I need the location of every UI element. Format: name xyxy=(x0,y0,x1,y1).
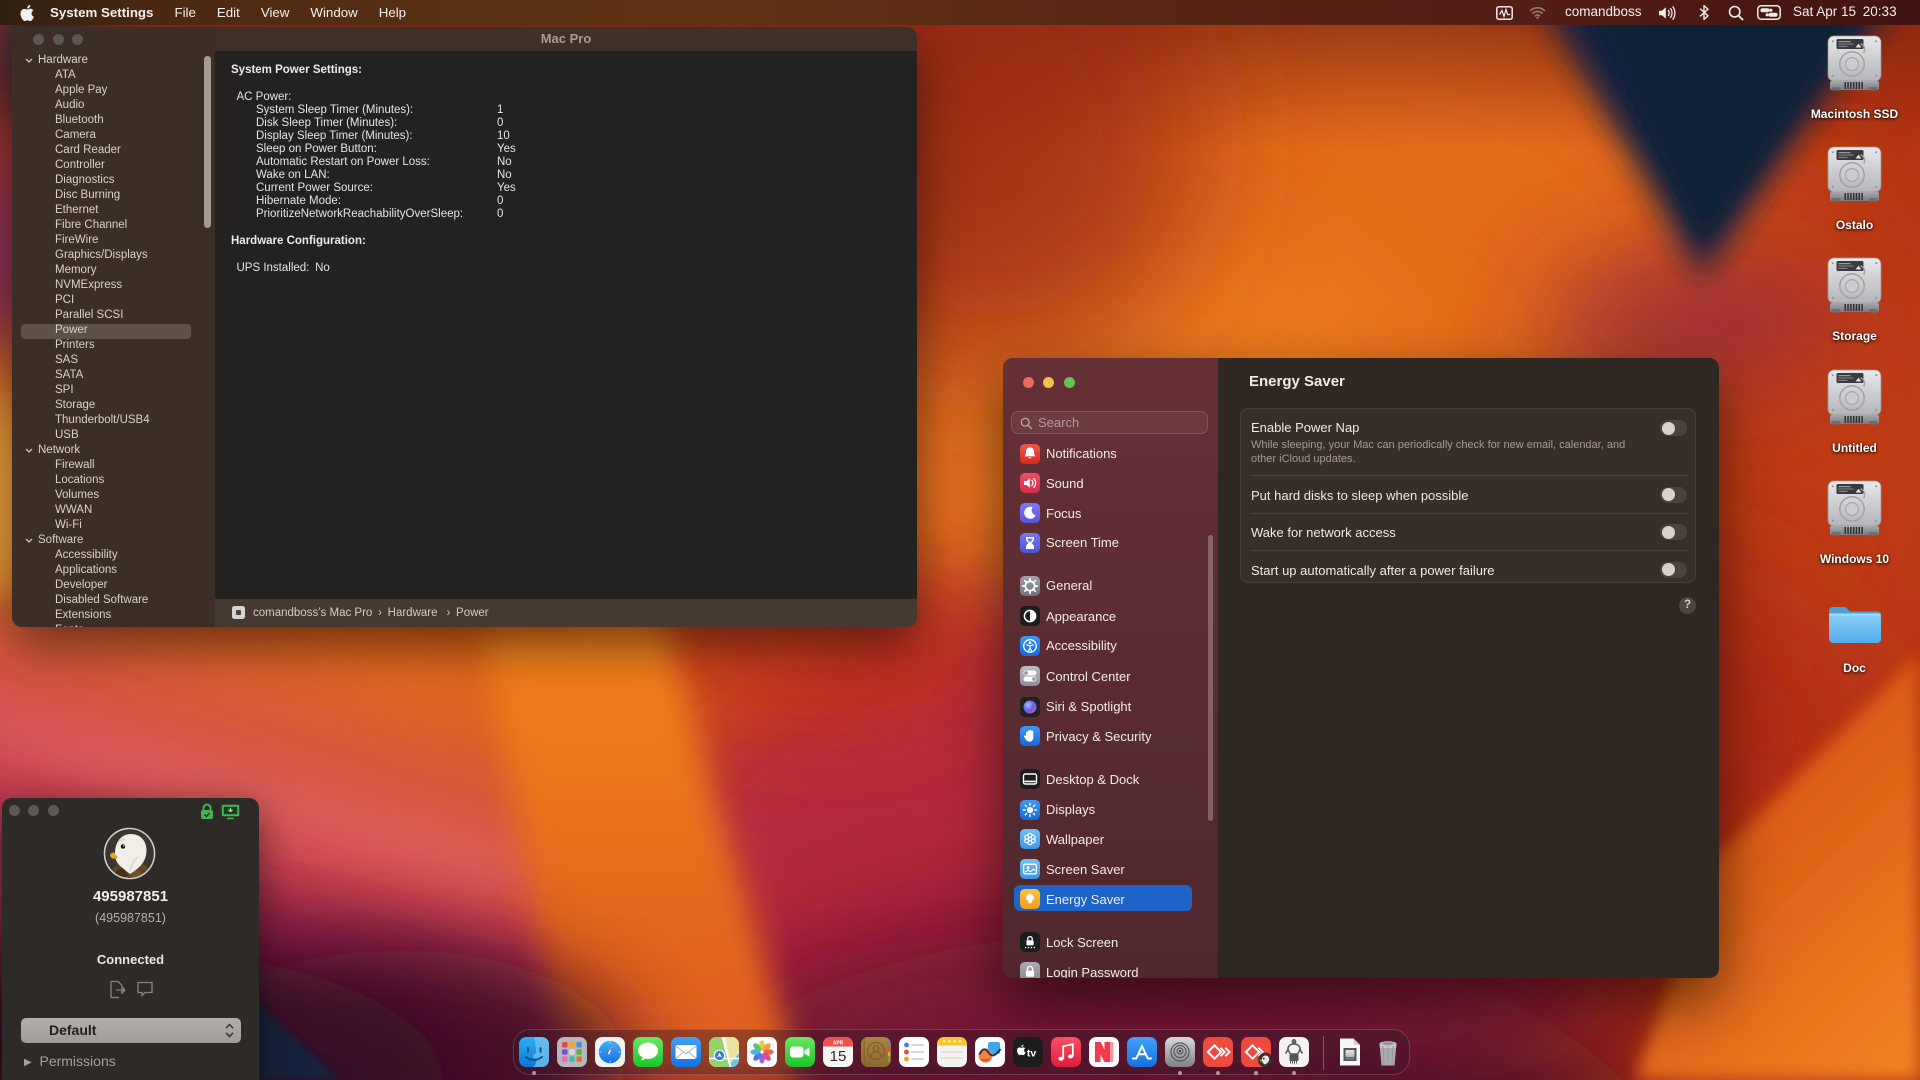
svg-text:tv: tv xyxy=(1027,1047,1036,1059)
svg-text:APR: APR xyxy=(833,1040,844,1046)
svg-text:15: 15 xyxy=(830,1048,847,1065)
